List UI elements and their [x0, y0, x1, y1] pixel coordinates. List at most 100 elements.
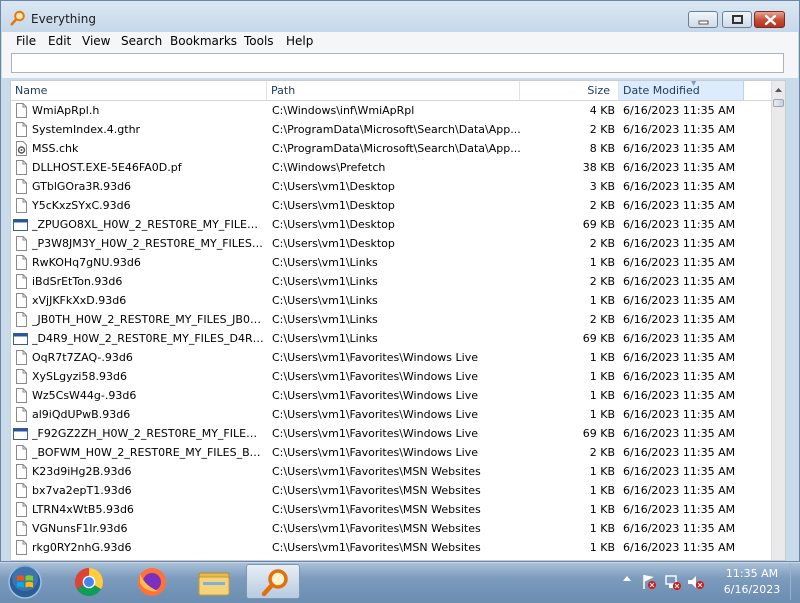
firefox-icon [138, 568, 166, 596]
file-path: C:\Users\vm1\Links [272, 313, 378, 326]
table-row[interactable]: DLLHOST.EXE-5E46FA0D.pf C:\Windows\Prefet… [11, 158, 771, 177]
file-path: C:\Users\vm1\Links [272, 294, 378, 307]
table-row[interactable]: rkg0RY2nhG.93d6 C:\Users\vm1\Favorites\MS… [11, 538, 771, 557]
everything-taskbar-button[interactable] [246, 564, 300, 599]
file-size: 1 KB [589, 541, 615, 554]
table-row[interactable]: al9iQdUPwB.93d6 C:\Users\vm1\Favorites\Wi… [11, 405, 771, 424]
chrome-icon [75, 568, 103, 596]
scrollbar-thumb[interactable] [773, 99, 784, 107]
menu-help[interactable]: Help [286, 34, 313, 48]
file-date-modified: 6/16/2023 11:35 AM [623, 142, 736, 155]
file-date-modified: 6/16/2023 11:35 AM [623, 484, 736, 497]
maximize-button[interactable] [722, 11, 752, 28]
table-row[interactable]: _JB0TH_H0W_2_REST0RE_MY_FILES_JB0TH... C:… [11, 310, 771, 329]
file-date-modified: 6/16/2023 11:35 AM [623, 161, 736, 174]
document-file-icon [16, 445, 27, 460]
file-name: OqR7t7ZAQ-.93d6 [32, 351, 133, 364]
file-date-modified: 6/16/2023 11:35 AM [623, 541, 736, 554]
results-list[interactable]: Name Path Size Date Modified ▼ WmiApRpl.… [10, 80, 786, 561]
scroll-up-arrow-icon[interactable] [772, 82, 785, 98]
file-size: 1 KB [589, 294, 615, 307]
everything-window: Everything File Edit View Search Bookmar… [0, 0, 800, 562]
file-path: C:\Users\vm1\Desktop [272, 237, 395, 250]
document-file-icon [16, 312, 27, 327]
file-name: Wz5CsW44g-.93d6 [32, 389, 137, 402]
search-input[interactable] [11, 53, 784, 73]
show-hidden-icons-icon[interactable] [623, 576, 631, 581]
column-header-date-modified[interactable]: Date Modified [619, 81, 744, 100]
file-size: 1 KB [589, 503, 615, 516]
document-file-icon [16, 293, 27, 308]
file-path: C:\Windows\inf\WmiApRpl [272, 104, 415, 117]
menu-file[interactable]: File [16, 34, 36, 48]
file-size: 1 KB [589, 389, 615, 402]
table-row[interactable]: _D4R9_H0W_2_REST0RE_MY_FILES_D4R9_... C:\… [11, 329, 771, 348]
table-row[interactable]: VGNunsF1Ir.93d6 C:\Users\vm1\Favorites\MS… [11, 519, 771, 538]
title-bar[interactable]: Everything [1, 1, 799, 35]
table-row[interactable]: _P3W8JM3Y_H0W_2_REST0RE_MY_FILES_P... C:\… [11, 234, 771, 253]
everything-search-icon [261, 569, 288, 597]
file-path: C:\Users\vm1\Links [272, 256, 378, 269]
html-file-icon [13, 333, 28, 345]
table-row[interactable]: _ZPUGO8XL_H0W_2_REST0RE_MY_FILES_Z... C:\… [11, 215, 771, 234]
file-date-modified: 6/16/2023 11:35 AM [623, 104, 736, 117]
file-date-modified: 6/16/2023 11:35 AM [623, 389, 736, 402]
file-size: 4 KB [589, 104, 615, 117]
table-row[interactable]: SystemIndex.4.gthr C:\ProgramData\Microso… [11, 120, 771, 139]
file-name: _D4R9_H0W_2_REST0RE_MY_FILES_D4R9_... [32, 332, 264, 345]
file-path: C:\Users\vm1\Favorites\MSN Websites [272, 503, 481, 516]
menu-edit[interactable]: Edit [48, 34, 71, 48]
html-file-icon [13, 428, 28, 440]
menu-bookmarks[interactable]: Bookmarks [170, 34, 237, 48]
table-row[interactable]: RwKOHq7gNU.93d6 C:\Users\vm1\Links 1 KB 6/1… [11, 253, 771, 272]
file-date-modified: 6/16/2023 11:35 AM [623, 408, 736, 421]
table-row[interactable]: iBdSrEtTon.93d6 C:\Users\vm1\Links 2 KB 6/1… [11, 272, 771, 291]
table-row[interactable]: LTRN4xWtB5.93d6 C:\Users\vm1\Favorites\MS… [11, 500, 771, 519]
table-row[interactable]: Wz5CsW44g-.93d6 C:\Users\vm1\Favorites\Wi… [11, 386, 771, 405]
table-row[interactable]: WmiApRpl.h C:\Windows\inf\WmiApRpl 4 KB 6/1… [11, 101, 771, 120]
column-header-size[interactable]: Size [520, 81, 619, 100]
table-row[interactable]: XySLgyzi58.93d6 C:\Users\vm1\Favorites\Wi… [11, 367, 771, 386]
firefox-taskbar-button[interactable] [125, 564, 179, 599]
table-row[interactable]: K23d9iHg2B.93d6 C:\Users\vm1\Favorites\MS… [11, 462, 771, 481]
table-row[interactable]: _BOFWM_H0W_2_REST0RE_MY_FILES_BOF... C:\U… [11, 443, 771, 462]
show-desktop-button[interactable] [790, 563, 800, 600]
file-size: 2 KB [589, 313, 615, 326]
file-name: WmiApRpl.h [32, 104, 100, 117]
table-row[interactable]: GTblGOra3R.93d6 C:\Users\vm1\Desktop 3 KB 6… [11, 177, 771, 196]
file-date-modified: 6/16/2023 11:35 AM [623, 370, 736, 383]
menu-search[interactable]: Search [121, 34, 162, 48]
table-row[interactable]: OqR7t7ZAQ-.93d6 C:\Users\vm1\Favorites\Wi… [11, 348, 771, 367]
column-header-path[interactable]: Path [267, 81, 520, 100]
document-file-icon [16, 236, 27, 251]
menu-view[interactable]: View [82, 34, 110, 48]
explorer-taskbar-button[interactable] [187, 564, 241, 599]
table-row[interactable]: MSS.chk C:\ProgramData\Microsoft\Search\D… [11, 139, 771, 158]
minimize-button[interactable] [688, 11, 718, 28]
chrome-taskbar-button[interactable] [62, 564, 116, 599]
volume-muted-icon[interactable] [688, 576, 704, 589]
file-path: C:\Users\vm1\Favorites\Windows Live [272, 370, 478, 383]
table-row[interactable]: _F92GZ2ZH_H0W_2_REST0RE_MY_FILES_F... C:\… [11, 424, 771, 443]
file-name: DLLHOST.EXE-5E46FA0D.pf [32, 161, 182, 174]
close-button[interactable] [754, 11, 785, 28]
file-path: C:\Users\vm1\Favorites\Windows Live [272, 427, 478, 440]
file-name: _BOFWM_H0W_2_REST0RE_MY_FILES_BOF... [32, 446, 264, 459]
system-tray [623, 575, 704, 590]
table-row[interactable]: xVjJKFkXxD.93d6 C:\Users\vm1\Links 1 KB 6/1… [11, 291, 771, 310]
column-header-name[interactable]: Name [11, 81, 267, 100]
file-size: 2 KB [589, 275, 615, 288]
table-row[interactable]: bx7va2epT1.93d6 C:\Users\vm1\Favorites\MS… [11, 481, 771, 500]
file-size: 1 KB [589, 484, 615, 497]
file-size: 2 KB [589, 237, 615, 250]
start-button[interactable] [7, 564, 43, 600]
network-icon[interactable] [665, 575, 681, 590]
table-row[interactable]: Y5cKxzSYxC.93d6 C:\Users\vm1\Desktop 2 KB 6… [11, 196, 771, 215]
action-center-flag-icon[interactable] [643, 575, 656, 589]
vertical-scrollbar[interactable] [771, 81, 785, 560]
file-size: 1 KB [589, 465, 615, 478]
file-name: LTRN4xWtB5.93d6 [32, 503, 134, 516]
menu-tools[interactable]: Tools [244, 34, 274, 48]
taskbar-clock[interactable]: 11:35 AM 6/16/2023 [716, 566, 788, 598]
file-size: 2 KB [589, 123, 615, 136]
